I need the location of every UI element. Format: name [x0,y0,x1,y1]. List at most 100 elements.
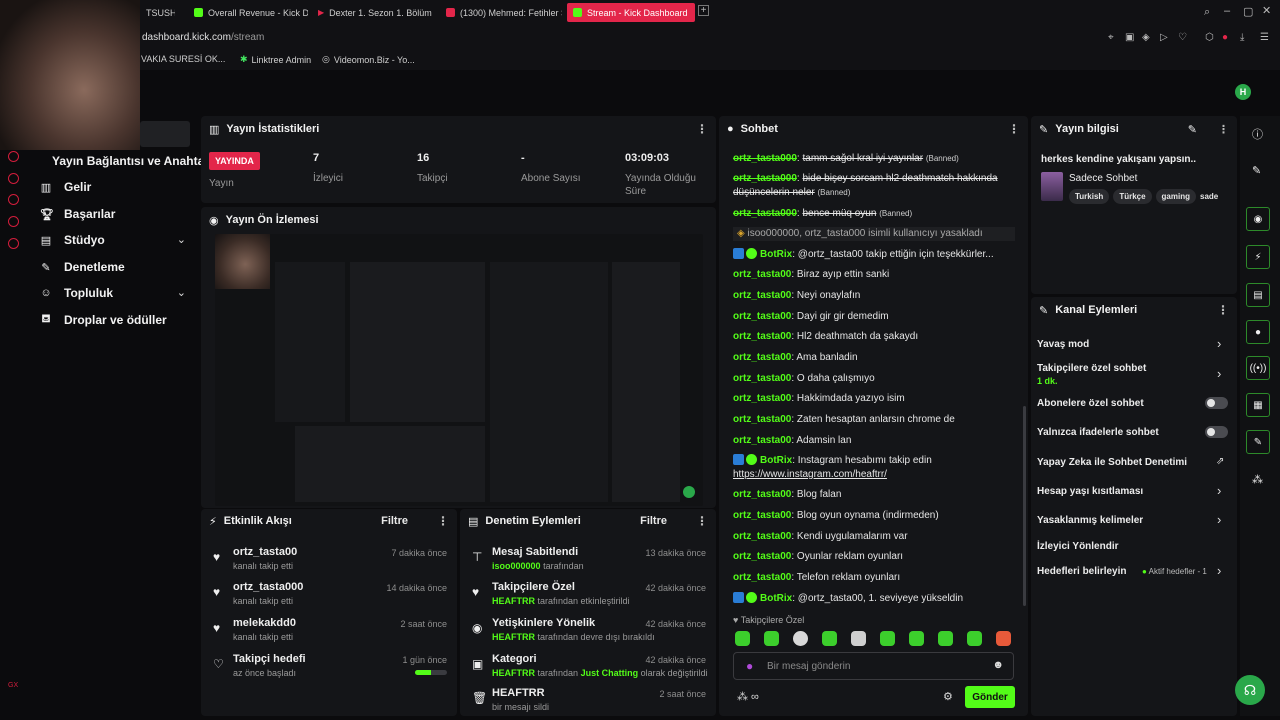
gear-icon[interactable]: ⚙︎ [943,690,953,703]
moderation-actor[interactable]: HEAFTRR [492,668,535,678]
settings-icon[interactable] [8,238,19,249]
nav-item-drops[interactable]: ⛾ Droplar ve ödüller [40,310,167,330]
info-icon[interactable]: ⓘ [1252,126,1263,142]
minimize-icon[interactable]: – [1224,5,1230,17]
send-button[interactable]: Gönder [965,686,1015,708]
banned-words-action[interactable]: Yasaklanmış kelimeler [1037,515,1143,526]
filter-button[interactable]: Filtre [381,515,408,527]
rail-moderation-button[interactable]: ▤ [1246,283,1270,307]
chat-username[interactable]: ortz_tasta00 [733,414,791,425]
heart-icon[interactable]: ♡ [1178,32,1187,43]
rail-tools-button[interactable]: ✎ [1246,430,1270,454]
chat-input-placeholder[interactable]: Bir mesaj gönderin [767,661,850,672]
chat-input-box[interactable]: ● Bir mesaj gönderin ☻ [733,652,1014,680]
moderation-actor[interactable]: isoo000000 [492,561,541,571]
filter-button[interactable]: Filtre [640,515,667,527]
chat-username[interactable]: ortz_tasta00 [733,373,791,384]
pin-icon[interactable]: ⌖ [1108,32,1114,43]
chat-username[interactable]: ortz_tasta00 [733,290,791,301]
users-icon[interactable]: ⁂ ∞ [737,690,759,703]
chat-username[interactable]: ortz_tasta00 [733,352,791,363]
users-icon[interactable]: ⁂ [1252,473,1263,486]
nav-item-stream-key[interactable]: Yayın Bağlantısı ve Anahtarı [52,151,212,171]
slow-mode-action[interactable]: Yavaş mod [1037,339,1089,350]
emote[interactable] [967,631,982,646]
rail-broadcast-button[interactable]: ((•)) [1246,356,1270,380]
clock-icon[interactable] [8,173,19,184]
chat-username[interactable]: ortz_tasta00 [733,435,791,446]
followers-only-action[interactable]: Takipçilere özel sohbet 1 dk. [1037,363,1146,386]
browser-tab[interactable]: (1300) Mehmed: Fetihler S [440,3,562,22]
search-icon[interactable]: ⌕ [1204,6,1210,19]
play-icon[interactable]: ▷ [1160,32,1168,43]
emote[interactable] [851,631,866,646]
more-icon[interactable]: ⋮ [437,514,449,528]
emoji-icon[interactable]: ☻ [992,659,1004,671]
address-bar[interactable]: dashboard.kick.com/stream ⌖ ▣ ◈ ▷ ♡ ⬡ ● … [0,26,1280,50]
chat-link[interactable]: https://www.instagram.com/heaftrr/ [733,469,887,480]
download-icon[interactable]: ⤓ [1240,32,1244,43]
chevron-right-icon[interactable]: › [1217,483,1221,498]
emote[interactable] [822,631,837,646]
redirect-viewers-action[interactable]: İzleyici Yönlendir [1037,541,1119,552]
chat-username[interactable]: ortz_tasta00 [733,551,791,562]
chat-username[interactable]: ortz_tasta00 [733,393,791,404]
chat-scrollbar[interactable] [1023,406,1026,606]
chat-username[interactable]: ortz_tasta00 [733,331,791,342]
more-icon[interactable]: ⋮ [696,122,708,136]
shield-icon[interactable]: ◈ [1142,32,1150,43]
chevron-right-icon[interactable]: › [1217,336,1221,351]
user-avatar[interactable]: H [1235,84,1251,100]
nav-item-community[interactable]: ☺ Topluluk [40,283,113,303]
nav-item-achievements[interactable]: 🏆︎ Başarılar [40,204,115,224]
activity-user[interactable]: ortz_tasta00 [233,546,297,558]
browser-tab[interactable]: TSUSH [140,3,175,22]
emote[interactable] [909,631,924,646]
activity-user[interactable]: melekakdd0 [233,617,296,629]
emote[interactable] [996,631,1011,646]
rail-layout-button[interactable]: ▦ [1246,393,1270,417]
rail-preview-button[interactable]: ◉ [1246,207,1270,231]
moderation-actor[interactable]: HEAFTRR [492,632,535,642]
person-icon[interactable] [8,194,19,205]
more-icon[interactable]: ⋮ [1008,122,1020,136]
age-restriction-action[interactable]: Hesap yaşı kısıtlaması [1037,486,1143,497]
chat-username[interactable]: ortz_tasta00 [733,510,791,521]
nav-item-moderation[interactable]: ✎ Denetleme [40,257,124,277]
tag-pill[interactable]: gaming [1155,189,1196,204]
edit-icon[interactable]: ✎ [1188,123,1197,136]
stream-preview-video[interactable] [215,234,703,506]
bookmark-item[interactable]: VAKIA SURESİ OK... [141,54,225,64]
moderation-actor[interactable]: HEAFTRR [492,596,535,606]
emote[interactable] [735,631,750,646]
edit-icon[interactable]: ✎ [1252,164,1261,177]
chat-username[interactable]: ortz_tasta00 [733,531,791,542]
chevron-down-icon[interactable]: ⌄ [177,286,186,299]
more-icon[interactable]: ⋮ [1218,123,1229,136]
emote[interactable] [793,631,808,646]
subs-only-toggle[interactable] [1205,397,1228,409]
ai-moderation-action[interactable]: Yapay Zeka ile Sohbet Denetimi [1037,457,1187,468]
external-link-icon[interactable]: ⇗ [1216,456,1224,467]
stream-icon[interactable] [8,151,19,162]
category-name[interactable]: Sadece Sohbet [1069,173,1137,184]
more-icon[interactable]: ⋮ [1217,303,1229,317]
menu-icon[interactable]: ☰ [1260,32,1269,43]
chat-username[interactable]: ortz_tasta000 [733,153,797,164]
browser-tab[interactable]: ▶ Dexter 1. Sezon 1. Bölüm | [312,3,432,22]
chat-username[interactable]: ortz_tasta00 [733,489,791,500]
chevron-right-icon[interactable]: › [1217,512,1221,527]
chevron-right-icon[interactable]: › [1217,563,1221,578]
tag-pill[interactable]: Turkish [1069,189,1110,204]
emotes-only-toggle[interactable] [1205,426,1228,438]
close-icon[interactable]: ✕ [1262,4,1271,17]
nav-item-studio[interactable]: ▤ Stüdyo [40,230,105,250]
chevron-down-icon[interactable]: ⌄ [177,233,186,246]
bookmark-item[interactable]: ◎ Videomon.Biz - Yo... [322,54,415,65]
chevron-right-icon[interactable]: › [1217,366,1221,381]
bookmark-item[interactable]: ✱ Linktree Admin [240,54,311,65]
emote[interactable] [938,631,953,646]
chat-username[interactable]: BotRix [760,249,792,260]
rail-chat-button[interactable]: ● [1246,320,1270,344]
chat-username[interactable]: BotRix [760,593,792,604]
